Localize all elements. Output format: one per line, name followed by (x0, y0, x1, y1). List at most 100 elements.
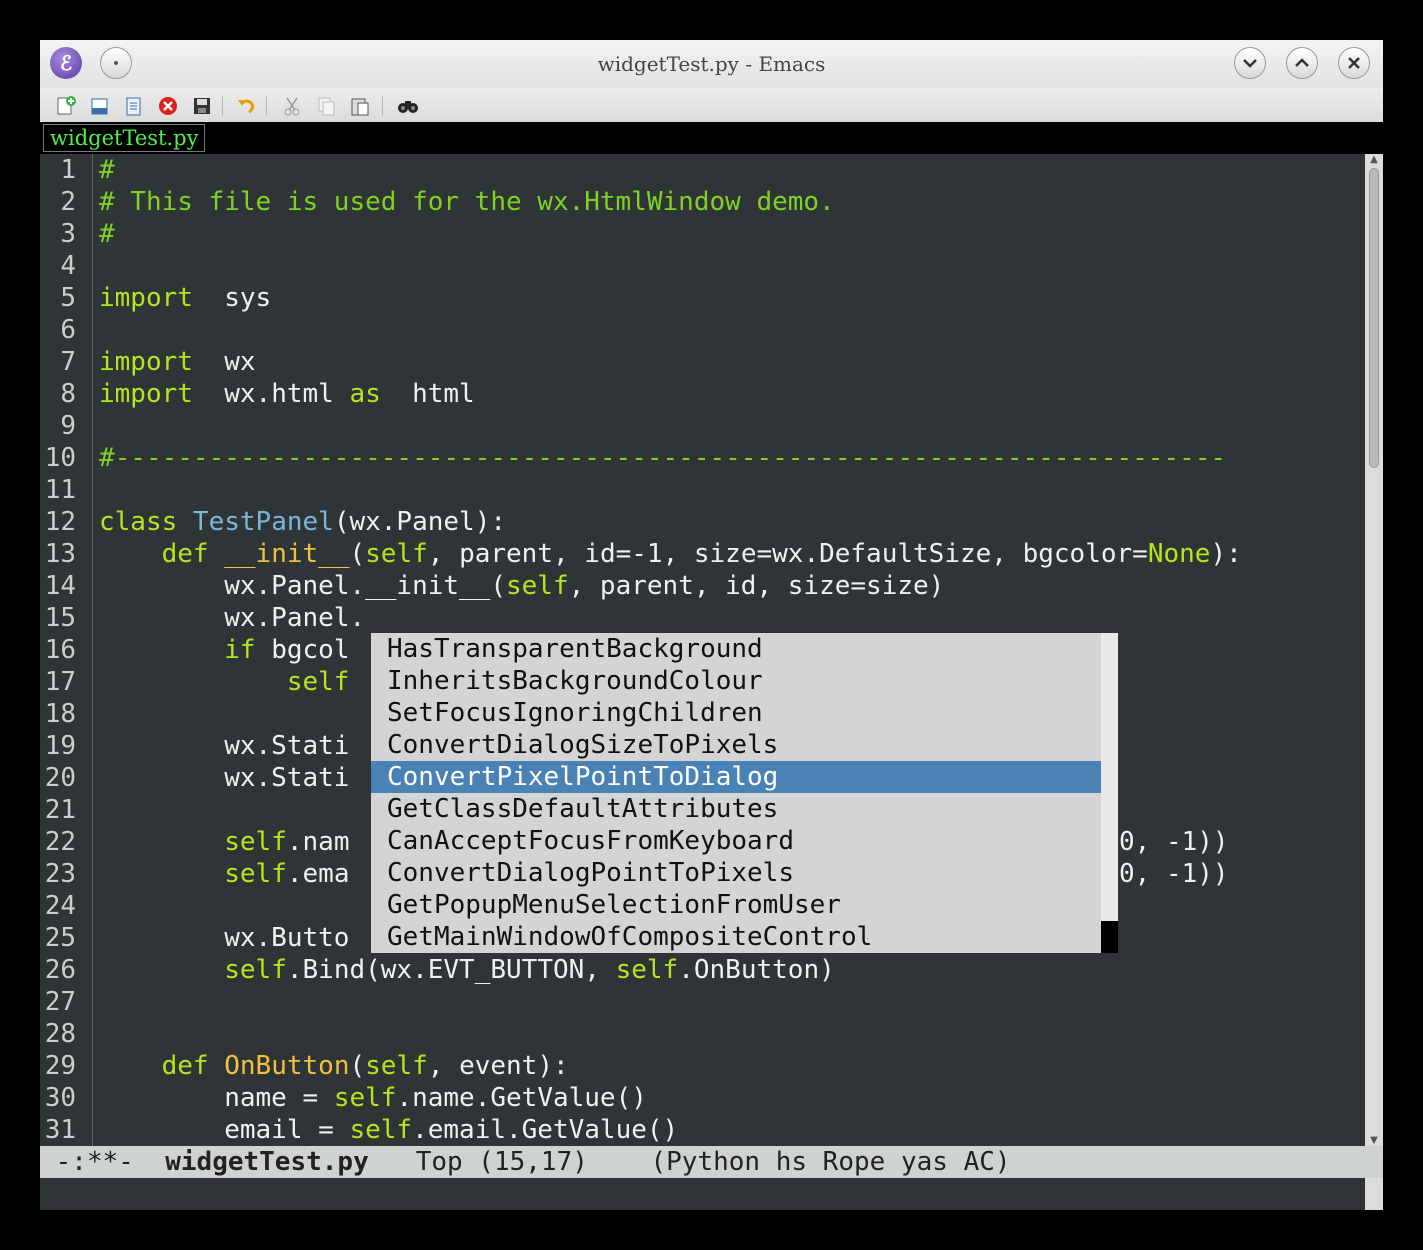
line-number: 18 (44, 699, 76, 729)
code-line-25: wx.Butto (99, 923, 350, 953)
line-number: 10 (44, 443, 76, 473)
close-icon (1348, 57, 1360, 69)
autocomplete-item[interactable]: ConvertDialogSizeToPixels (371, 729, 1101, 761)
search-icon[interactable] (396, 94, 420, 118)
line-number: 5 (60, 283, 76, 313)
close-buffer-icon[interactable] (156, 94, 180, 118)
code-line-22: self.nam (224, 827, 350, 857)
modeline-status: -:**- (40, 1147, 166, 1177)
tab-bar: widgetTest.py (40, 122, 1383, 154)
code-line-5: import sys (99, 283, 272, 313)
scroll-up-arrow-icon[interactable]: ▲ (1365, 154, 1383, 165)
close-button[interactable] (1338, 47, 1370, 79)
line-number: 24 (44, 891, 76, 921)
line-number: 1 (60, 155, 76, 185)
code-line-19: wx.Stati (99, 731, 350, 761)
code-line-13: def __init__(self, parent, id=-1, size=w… (161, 539, 1242, 569)
mode-line[interactable]: -:**- widgetTest.py Top (15,17) (Python … (40, 1146, 1383, 1178)
code-line-8: import wx.html as html (99, 379, 475, 409)
code-line-22-tail: 0, -1)) (1119, 827, 1229, 857)
line-number: 20 (44, 763, 76, 793)
line-number: 30 (44, 1083, 76, 1113)
code-line-20: wx.Stati (99, 763, 350, 793)
line-number: 28 (44, 1019, 76, 1049)
line-number: 25 (44, 923, 76, 953)
autocomplete-item[interactable]: GetPopupMenuSelectionFromUser (371, 889, 1101, 921)
code-line-29: def OnButton(self, event): (161, 1051, 569, 1081)
line-number: 13 (44, 539, 76, 569)
line-number: 8 (60, 379, 76, 409)
autocomplete-item[interactable]: GetMainWindowOfCompositeControl (371, 921, 1101, 953)
autocomplete-item-selected[interactable]: ConvertPixelPointToDialog (371, 761, 1101, 793)
autocomplete-scrollbar[interactable] (1101, 633, 1118, 953)
code-line-16: if bgcol (224, 635, 350, 665)
code-line-10: #---------------------------------------… (99, 443, 1227, 473)
autocomplete-item[interactable]: GetClassDefaultAttributes (371, 793, 1101, 825)
code-line-7: import wx (99, 347, 256, 377)
toolbar (40, 88, 1383, 122)
cut-icon[interactable] (280, 94, 304, 118)
vertical-scrollbar[interactable]: ▲ ▼ (1365, 154, 1383, 1146)
code-line-14: wx.Panel.__init__(self, parent, id, size… (99, 571, 945, 601)
line-number: 26 (44, 955, 76, 985)
scroll-thumb[interactable] (1369, 168, 1379, 468)
code-line-17: self (286, 667, 350, 697)
line-number: 27 (44, 987, 76, 1017)
line-number: 23 (44, 859, 76, 889)
line-number: 16 (44, 635, 76, 665)
autocomplete-item[interactable]: CanAcceptFocusFromKeyboard (371, 825, 1101, 857)
scroll-down-arrow-icon[interactable]: ▼ (1365, 1135, 1383, 1146)
line-number: 6 (60, 315, 76, 345)
line-number: 29 (44, 1051, 76, 1081)
code-line-26: self.Bind(wx.EVT_BUTTON, self.OnButton) (224, 955, 835, 985)
copy-icon[interactable] (314, 94, 338, 118)
line-number-gutter: 1 2 3 4 5 6 7 8 9 10 11 12 13 14 15 16 17 18 19 20 21 22 23 24 2… (40, 154, 93, 1146)
editor-area[interactable]: 1 2 3 4 5 6 7 8 9 10 11 12 13 14 15 16 17 18 19 20 21 22 23 24 2… (40, 154, 1365, 1146)
autocomplete-item[interactable]: InheritsBackgroundColour (371, 665, 1101, 697)
modeline-modes[interactable]: (Python hs Rope yas AC) (651, 1147, 1011, 1177)
tab-widgettest-py[interactable]: widgetTest.py (43, 124, 206, 152)
code-line-1: # (99, 155, 115, 185)
line-number: 19 (44, 731, 76, 761)
code-line-23: self.ema (224, 859, 350, 889)
line-number: 17 (44, 667, 76, 697)
code-line-23-tail: 0, -1)) (1119, 859, 1229, 889)
line-number: 22 (44, 827, 76, 857)
code-line-31: email = self.email.GetValue() (99, 1115, 679, 1145)
line-number: 4 (60, 251, 76, 281)
chevron-down-icon (1243, 59, 1257, 68)
code-line-30: name = self.name.GetValue() (99, 1083, 647, 1113)
line-number: 15 (44, 603, 76, 633)
minimize-button[interactable] (1234, 47, 1266, 79)
undo-icon[interactable] (234, 94, 258, 118)
modeline-position: Top (15,17) (368, 1147, 651, 1177)
line-number: 12 (44, 507, 76, 537)
line-number: 3 (60, 219, 76, 249)
autocomplete-scroll-thumb[interactable] (1101, 921, 1118, 953)
maximize-button[interactable] (1286, 47, 1318, 79)
code-line-2: # This file is used for the wx.HtmlWindo… (99, 187, 835, 217)
line-number: 9 (60, 411, 76, 441)
code-line-15: wx.Panel. (99, 603, 366, 633)
autocomplete-item[interactable]: HasTransparentBackground (371, 633, 1101, 665)
save-icon[interactable] (190, 94, 214, 118)
window-title: widgetTest.py - Emacs (597, 52, 826, 76)
autocomplete-popup[interactable]: HasTransparentBackground InheritsBackgrou… (371, 633, 1118, 953)
line-number: 14 (44, 571, 76, 601)
code-line-12: class TestPanel(wx.Panel): (99, 507, 506, 537)
title-bar[interactable]: ℰ widgetTest.py - Emacs (40, 40, 1383, 88)
autocomplete-item[interactable]: ConvertDialogPointToPixels (371, 857, 1101, 889)
emacs-window: ℰ widgetTest.py - Emacs widgetTest.py 1 … (40, 40, 1383, 1210)
paste-icon[interactable] (348, 94, 372, 118)
modeline-buffer-name[interactable]: widgetTest.py (165, 1147, 369, 1177)
line-number: 2 (60, 187, 76, 217)
new-file-icon[interactable] (54, 94, 78, 118)
open-file-icon[interactable] (88, 94, 112, 118)
code-line-3: # (99, 219, 115, 249)
open-directory-icon[interactable] (122, 94, 146, 118)
minibuffer-scrollbar[interactable] (1365, 1178, 1383, 1210)
line-number: 11 (44, 475, 76, 505)
line-number: 21 (44, 795, 76, 825)
autocomplete-item[interactable]: SetFocusIgnoringChildren (371, 697, 1101, 729)
minibuffer[interactable] (40, 1178, 1365, 1210)
